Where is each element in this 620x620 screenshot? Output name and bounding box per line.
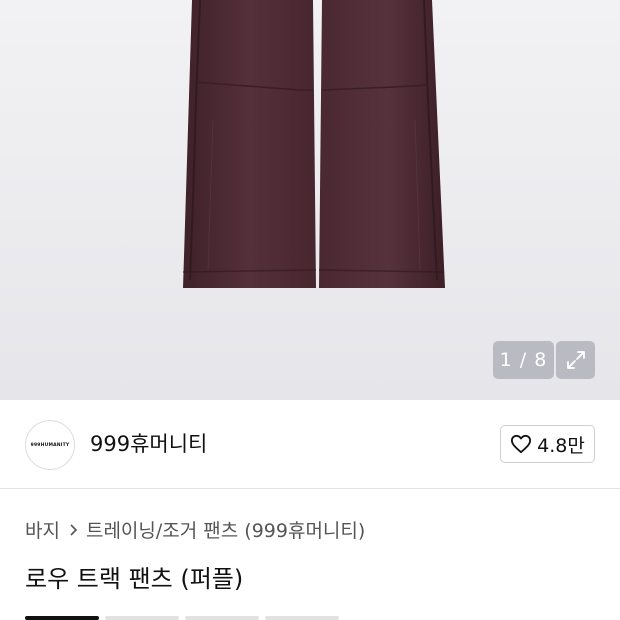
heart-icon bbox=[511, 434, 532, 454]
like-count: 4.8만 bbox=[537, 434, 585, 457]
image-counter: 1 / 8 bbox=[493, 341, 554, 379]
product-image-gallery[interactable]: 1 / 8 bbox=[0, 0, 620, 400]
image-counter-text: 1 / 8 bbox=[499, 349, 548, 371]
product-photo bbox=[182, 0, 445, 288]
breadcrumb: 바지 트레이닝/조거 팬츠 (999휴머니티) bbox=[25, 516, 365, 543]
brand-logo[interactable]: 999HUMANITY bbox=[25, 420, 75, 470]
brand-logo-text: 999HUMANITY bbox=[30, 442, 70, 448]
tab-indicator[interactable] bbox=[105, 616, 179, 620]
tab-indicator[interactable] bbox=[265, 616, 339, 620]
product-title: 로우 트랙 팬츠 (퍼플) bbox=[25, 565, 244, 593]
expand-image-button[interactable] bbox=[556, 341, 595, 379]
pants-left-leg bbox=[183, 0, 316, 288]
tab-indicator-active[interactable] bbox=[25, 616, 99, 620]
section-tabs bbox=[25, 616, 339, 620]
tab-indicator[interactable] bbox=[185, 616, 259, 620]
expand-icon bbox=[566, 351, 585, 369]
breadcrumb-level2[interactable]: 트레이닝/조거 팬츠 (999휴머니티) bbox=[86, 516, 365, 543]
chevron-right-icon bbox=[68, 523, 78, 537]
like-button[interactable]: 4.8만 bbox=[500, 425, 595, 463]
breadcrumb-level1[interactable]: 바지 bbox=[25, 516, 60, 543]
brand-name[interactable]: 999휴머니티 bbox=[90, 428, 207, 458]
